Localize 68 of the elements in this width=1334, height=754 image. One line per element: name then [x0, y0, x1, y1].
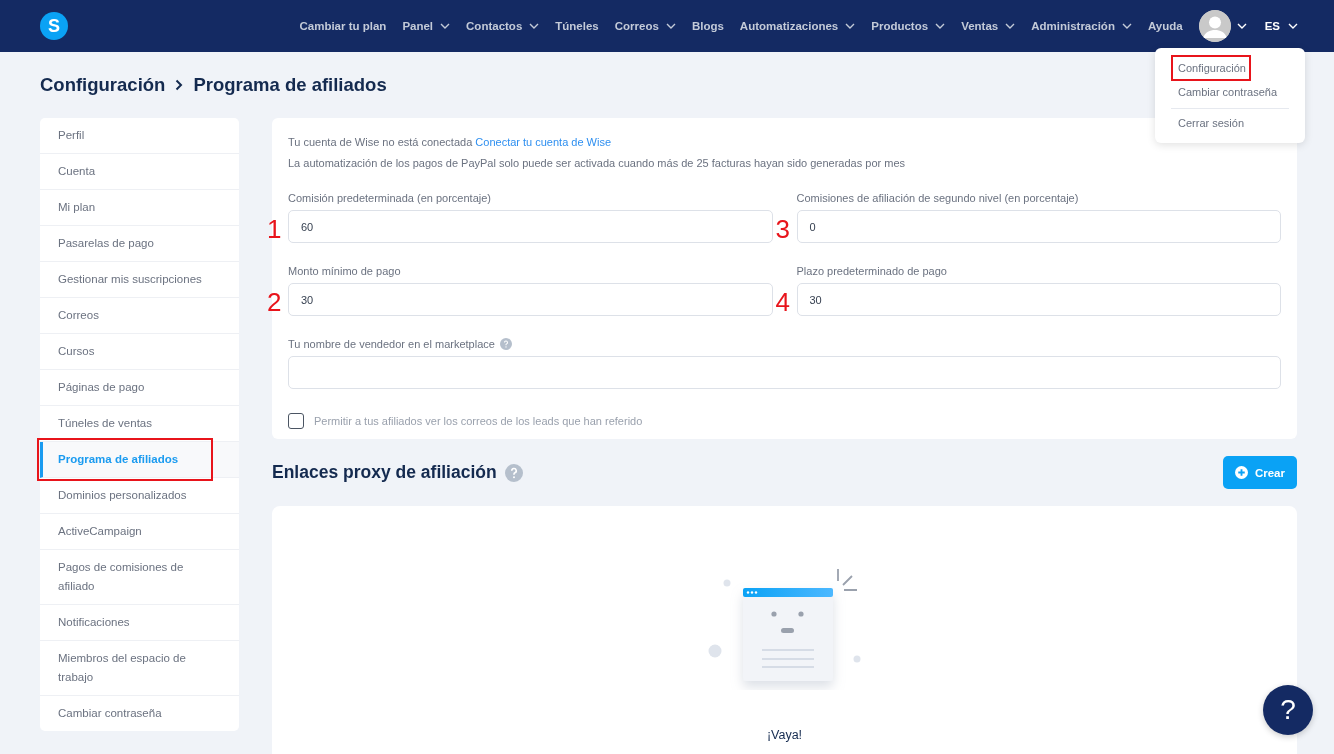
input-field[interactable]: 30	[796, 283, 1281, 316]
nav-menu-item[interactable]: Túneles	[547, 20, 607, 32]
page-title: Programa de afiliados	[193, 74, 387, 96]
help-icon[interactable]	[499, 338, 512, 350]
field-label: Tu nombre de vendedor en el marketplace	[288, 338, 495, 350]
language-selector[interactable]: ES	[1264, 20, 1280, 32]
menu-item[interactable]: Cambiar contraseña	[1171, 80, 1289, 104]
sidebar-item[interactable]: Cambiar contraseña	[40, 696, 239, 731]
sidebar-item[interactable]: Miembros del espacio de trabajo	[40, 641, 239, 696]
chevron-down-icon	[1288, 23, 1298, 29]
checkbox-label: Permitir a tus afiliados ver los correos de los leads que han referido	[314, 415, 643, 427]
chevron-down-icon	[529, 23, 540, 29]
chevron-down-icon	[1005, 23, 1016, 29]
sidebar-item[interactable]: Cuenta	[40, 154, 239, 190]
input-field[interactable]	[288, 356, 1281, 389]
annotation-number: 2	[267, 287, 282, 317]
nav-menu-item[interactable]: Cambiar tu plan	[291, 20, 395, 32]
sidebar-item[interactable]: Gestionar mis suscripciones	[40, 262, 239, 298]
sidebar-item[interactable]: Correos	[40, 298, 239, 334]
plus-circle-icon	[1234, 466, 1248, 479]
input-field[interactable]: 60	[288, 210, 773, 243]
chevron-down-icon	[935, 23, 946, 29]
chevron-down-icon	[845, 23, 856, 29]
sidebar-item[interactable]: ActiveCampaign	[40, 514, 239, 550]
chevron-down-icon	[1121, 23, 1132, 29]
input-field[interactable]: 30	[288, 283, 773, 316]
sidebar-item[interactable]: Cursos	[40, 334, 239, 370]
breadcrumb-link[interactable]: Configuración	[40, 74, 166, 96]
sidebar-item[interactable]: Perfil	[40, 118, 239, 154]
nav-menu-item[interactable]: Correos	[606, 20, 684, 32]
nav-menu-item[interactable]: Panel	[394, 20, 459, 32]
field-label: Monto mínimo de pago	[288, 265, 401, 277]
logo[interactable]: S	[40, 12, 68, 40]
field-label: Plazo predeterminado de pago	[796, 265, 947, 277]
field-label: Comisión predeterminada (en porcentaje)	[288, 192, 491, 204]
wise-link[interactable]: Conectar tu cuenta de Wise	[475, 136, 612, 148]
field-label: Comisiones de afiliación de segundo nivel (en porcentaje)	[796, 192, 1079, 204]
annotation-number: 3	[775, 214, 790, 244]
chevron-down-icon	[665, 23, 676, 29]
sidebar-item[interactable]: Páginas de pago	[40, 370, 239, 406]
sidebar-item[interactable]: Dominios personalizados	[40, 478, 239, 514]
chevron-down-icon	[1236, 23, 1247, 29]
annotation-number: 1	[267, 214, 282, 244]
sidebar-item[interactable]: Mi plan	[40, 190, 239, 226]
sidebar-item[interactable]: Pagos de comisiones de afiliado	[40, 550, 239, 605]
paypal-notice: La automatización de los pagos de PayPal solo puede ser activada cuando más de 25 facturas hayan sido generadas por mes	[288, 156, 906, 171]
nav-menu-item[interactable]: Contactos	[458, 20, 548, 32]
nav-menu-item[interactable]: Ayuda	[1139, 20, 1191, 32]
nav-menu-item[interactable]: Administración	[1023, 20, 1140, 32]
menu-item[interactable]: Cerrar sesión	[1171, 108, 1289, 135]
nav-menu-item[interactable]: Blogs	[683, 20, 732, 32]
nav-menu-item[interactable]: Automatizaciones	[731, 20, 864, 32]
chevron-down-icon	[440, 23, 451, 29]
sidebar-item[interactable]: Notificaciones	[40, 605, 239, 641]
nav-menu-item[interactable]: Productos	[863, 20, 954, 32]
section-heading: Enlaces proxy de afiliación	[272, 462, 497, 483]
avatar-icon[interactable]	[1198, 10, 1231, 42]
input-field[interactable]: 0	[796, 210, 1281, 243]
help-icon[interactable]	[504, 463, 523, 482]
help-button[interactable]: ?	[1263, 685, 1313, 735]
empty-state-title: ¡Vaya!	[766, 728, 803, 742]
checkbox[interactable]	[288, 413, 304, 429]
chevron-right-icon	[175, 79, 184, 91]
sidebar-item[interactable]: Pasarelas de pago	[40, 226, 239, 262]
annotation-number: 4	[775, 287, 790, 317]
nav-menu-item[interactable]: Ventas	[953, 20, 1024, 32]
create-button[interactable]: Crear	[1222, 456, 1297, 489]
menu-item[interactable]: Configuración	[1171, 56, 1289, 80]
